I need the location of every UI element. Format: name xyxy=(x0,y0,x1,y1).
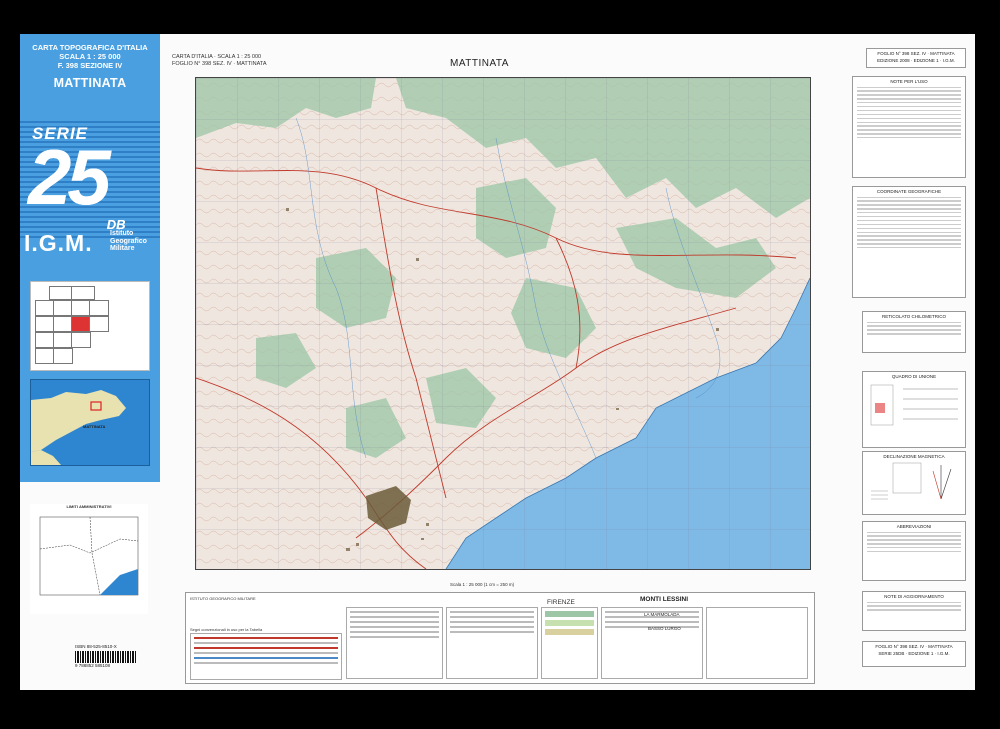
legend-strip: ISTITUTO GEOGRAFICO MILITARE Segni conve… xyxy=(185,592,815,684)
topographic-map[interactable] xyxy=(195,77,811,570)
abbreviations-head: ABBREVIAZIONI xyxy=(896,524,932,529)
legend-firenze: FIRENZE xyxy=(547,599,575,606)
map-sheet: CARTA TOPOGRAFICA D'ITALIA SCALA 1 : 25 … xyxy=(20,34,975,690)
declination-box: DECLINAZIONE MAGNETICA xyxy=(862,451,966,515)
right-top-sub: EDIZIONE 2008 · EDIZIONE 1 · I.G.M. xyxy=(877,58,955,63)
barcode-number: 9 788852 585108 xyxy=(75,663,111,668)
map-frame-title-1: CARTA D'ITALIA · SCALA 1 : 25 000 xyxy=(172,54,262,60)
map-title: MATTINATA xyxy=(450,58,509,69)
right-info-column: FOGLIO N° 398 SEZ. IV · MATTINATA EDIZIO… xyxy=(842,46,967,686)
abbreviations-box: ABBREVIAZIONI xyxy=(862,521,966,581)
admin-limits-box: LIMITI AMMINISTRATIVI xyxy=(30,504,148,614)
legend-marmolada: LA MARMOLADA xyxy=(644,612,680,617)
index-cell xyxy=(49,286,73,300)
index-cell xyxy=(53,316,73,332)
inset-map-svg: MATTINATA xyxy=(31,390,126,465)
grid-box: RETICOLATO CHILOMETRICO xyxy=(862,311,966,353)
notes-box: NOTE PER L'USO xyxy=(852,76,966,178)
legend-box-lines xyxy=(446,607,538,679)
index-cell xyxy=(53,332,73,348)
notes-head: NOTE PER L'USO xyxy=(890,79,928,84)
cover-header-line3: F. 398 SEZIONE IV xyxy=(57,61,123,70)
sheet-id-line2: SERIE 25DB · EDIZIONE 1 · I.G.M. xyxy=(878,651,950,656)
index-cell-current xyxy=(71,316,91,332)
update-notes-box: NOTE DI AGGIORNAMENTO xyxy=(862,591,966,631)
inset-label: MATTINATA xyxy=(83,424,106,429)
legend-basso-lurgo: BASSO LURGO xyxy=(648,626,681,631)
isbn-text: ISBN 88-525-8510-X xyxy=(75,644,117,649)
sheet-id-line1: FOGLIO N° 398 SEZ. IV · MATTINATA xyxy=(875,644,953,649)
cover-header: CARTA TOPOGRAFICA D'ITALIA SCALA 1 : 25 … xyxy=(20,34,160,70)
index-diagram xyxy=(870,384,958,426)
sheet-index-grid xyxy=(30,281,150,371)
location-inset-map: MATTINATA xyxy=(30,379,150,466)
declination-head: DECLINAZIONE MAGNETICA xyxy=(883,454,945,459)
coordinates-head: COORDINATE GEOGRAFICHE xyxy=(876,189,942,194)
legend-box-vegetation xyxy=(541,607,598,679)
map-scale-bar: Scala 1 : 25 000 (1 cm = 250 m) xyxy=(450,582,514,587)
index-cell xyxy=(89,300,109,316)
index-box: QUADRO DI UNIONE xyxy=(862,371,966,448)
legend-institute: ISTITUTO GEOGRAFICO MILITARE xyxy=(190,596,256,601)
legend-box-elevation xyxy=(601,607,703,679)
grid-head: RETICOLATO CHILOMETRICO xyxy=(881,314,947,319)
legend-monti-lessini: MONTI LESSINI xyxy=(640,596,689,603)
cover-panel: CARTA TOPOGRAFICA D'ITALIA SCALA 1 : 25 … xyxy=(20,34,160,482)
right-top-title: FOGLIO N° 398 SEZ. IV · MATTINATA xyxy=(877,51,955,56)
igm-sub-1: Istituto xyxy=(110,230,134,237)
coordinates-box: COORDINATE GEOGRAFICHE xyxy=(852,186,966,298)
index-cell xyxy=(35,348,55,364)
igm-sub-3: Militare xyxy=(110,245,135,252)
index-cell xyxy=(35,300,55,316)
index-cell xyxy=(35,316,55,332)
index-cell xyxy=(71,332,91,348)
inset-land-south xyxy=(31,450,61,465)
isbn-block: ISBN 88-525-8510-X 9 788852 585108 xyxy=(75,644,145,674)
cover-header-line2: SCALA 1 : 25 000 xyxy=(59,52,121,61)
serie-number: 25DB xyxy=(28,138,126,232)
right-title-box: FOGLIO N° 398 SEZ. IV · MATTINATA EDIZIO… xyxy=(866,48,966,68)
update-notes-head: NOTE DI AGGIORNAMENTO xyxy=(884,594,944,599)
index-cell xyxy=(71,286,95,300)
scale-text: Scala 1 : 25 000 (1 cm = 250 m) xyxy=(450,582,515,587)
map-frame-title: CARTA D'ITALIA · SCALA 1 : 25 000 FOGLIO… xyxy=(172,54,267,67)
sheet-id-box: FOGLIO N° 398 SEZ. IV · MATTINATA SERIE … xyxy=(862,641,966,667)
igm-subtitle: Istituto Geografico Militare xyxy=(110,230,147,253)
inset-land xyxy=(31,390,126,452)
igm-logo: I.G.M. xyxy=(24,230,93,256)
admin-limits-diagram xyxy=(39,516,139,596)
map-frame-title-2: FOGLIO N° 398 SEZ. IV · MATTINATA xyxy=(172,60,267,67)
barcode xyxy=(75,651,137,663)
index-cell xyxy=(53,300,73,316)
index-cell xyxy=(71,300,91,316)
legend-box-lettering xyxy=(706,607,808,679)
declination-diagram xyxy=(871,462,952,500)
serie-number-text: 25 xyxy=(28,133,111,221)
map-svg xyxy=(196,78,810,569)
index-cell xyxy=(53,348,73,364)
legend-box-roads xyxy=(190,633,342,680)
index-head: QUADRO DI UNIONE xyxy=(891,374,937,379)
index-cell xyxy=(35,332,55,348)
legend-box-symbols xyxy=(346,607,443,679)
cover-header-line1: CARTA TOPOGRAFICA D'ITALIA xyxy=(32,43,148,52)
cover-title: MATTINATA xyxy=(53,76,127,90)
legend-segni: Segni convenzionali in uso per la Tabell… xyxy=(190,627,263,632)
igm-sub-2: Geografico xyxy=(110,237,147,245)
index-cell xyxy=(89,316,109,332)
